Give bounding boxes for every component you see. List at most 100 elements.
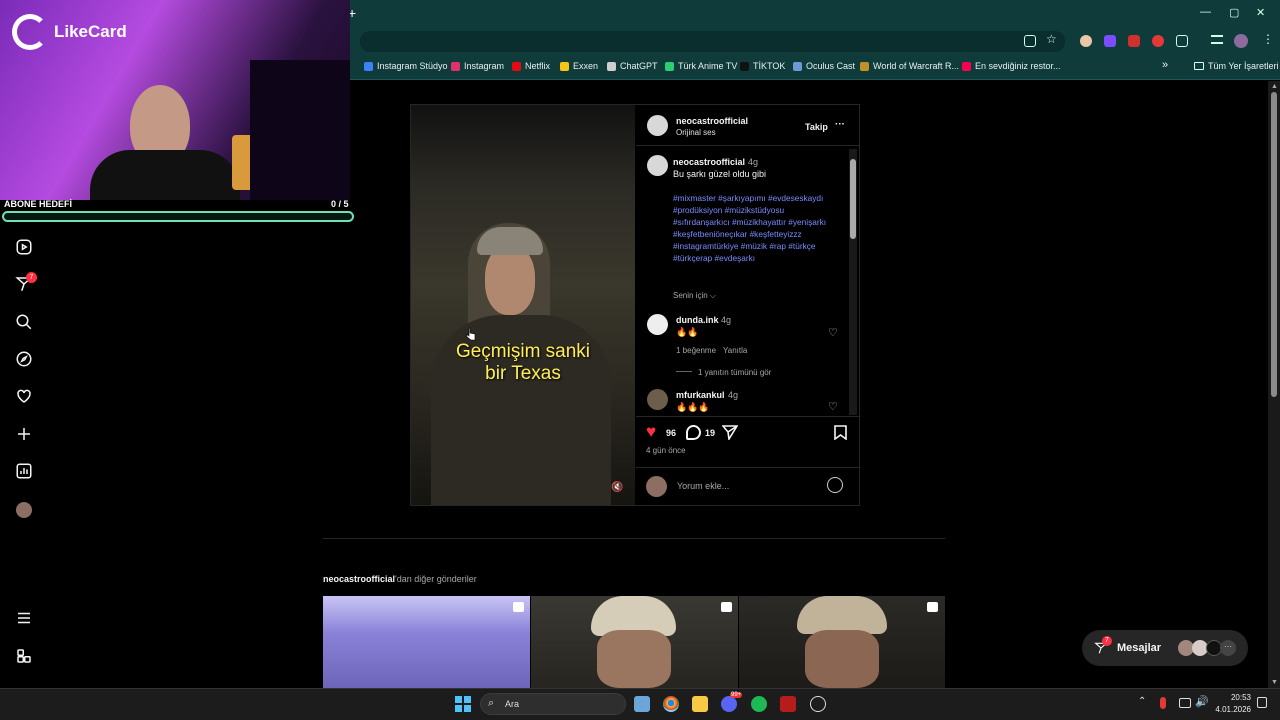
- caption-author-avatar[interactable]: [647, 155, 668, 176]
- scroll-up-arrow-icon[interactable]: ▲: [1271, 83, 1278, 90]
- comment-user[interactable]: mfurkankul: [676, 390, 725, 400]
- bookmark-item[interactable]: Oculus Cast: [793, 61, 855, 71]
- search-label: Ara: [505, 699, 520, 709]
- comment-bubble-icon[interactable]: [686, 425, 701, 440]
- bookmarks-overflow-button[interactable]: »: [1162, 59, 1168, 71]
- maximize-button[interactable]: ▢: [1229, 6, 1239, 19]
- post-thumbnail[interactable]: [323, 596, 530, 688]
- page-scrollbar-thumb[interactable]: [1271, 92, 1277, 397]
- microphone-icon[interactable]: [1160, 697, 1166, 709]
- view-replies-button[interactable]: 1 yanıtın tümünü gör: [698, 368, 771, 377]
- commenter-avatar[interactable]: [647, 389, 668, 410]
- puzzle-icon[interactable]: [1176, 35, 1188, 47]
- share-send-icon[interactable]: [722, 425, 738, 440]
- minimize-button[interactable]: —: [1200, 6, 1211, 18]
- more-posts-author[interactable]: neocastroofficial: [323, 574, 395, 584]
- clock-time[interactable]: 20:53: [1217, 693, 1251, 702]
- extension-icon[interactable]: [1128, 35, 1140, 47]
- reel-video[interactable]: 🔇: [411, 105, 635, 505]
- comment-likes[interactable]: 1 beğenme: [676, 346, 716, 355]
- taskbar-search[interactable]: ⌕ Ara: [480, 693, 626, 715]
- all-bookmarks-folder[interactable]: Tüm Yer İşaretleri: [1194, 61, 1279, 71]
- steelseries-icon[interactable]: [810, 696, 826, 712]
- explore-compass-icon[interactable]: [14, 349, 34, 369]
- author-name[interactable]: neocastroofficial: [676, 116, 748, 126]
- follow-button[interactable]: Takip: [805, 122, 828, 132]
- comment-like-heart-icon[interactable]: ♡: [828, 326, 838, 339]
- speaker-icon[interactable]: 🔊: [1195, 695, 1209, 708]
- background-dark: [250, 60, 350, 200]
- comment-like-heart-icon[interactable]: ♡: [828, 400, 838, 413]
- extension-icon[interactable]: [1080, 35, 1092, 47]
- caption-author[interactable]: neocastroofficial: [673, 157, 745, 167]
- media-control-icon[interactable]: [1211, 35, 1223, 44]
- comments-scrollbar-thumb[interactable]: [850, 159, 856, 239]
- close-button[interactable]: ✕: [1256, 6, 1265, 19]
- windows-start-icon[interactable]: [455, 696, 471, 712]
- post-thumbnail[interactable]: [739, 596, 945, 688]
- more-options-icon[interactable]: ···: [835, 119, 845, 130]
- comments-scrollbar[interactable]: [849, 149, 857, 415]
- post-thumbnail[interactable]: [531, 596, 738, 688]
- commenter-avatar[interactable]: [647, 314, 668, 335]
- discord-icon[interactable]: 99+: [721, 692, 743, 712]
- file-explorer-icon[interactable]: [692, 696, 708, 712]
- extension-icon[interactable]: [1104, 35, 1116, 47]
- comment-time: 4g: [728, 390, 739, 400]
- bookmark-favicon-icon: [607, 61, 616, 71]
- bookmark-favicon-icon: [962, 61, 971, 71]
- bookmark-item[interactable]: ChatGPT: [607, 61, 658, 71]
- tray-expand-icon[interactable]: ⌃: [1138, 696, 1146, 707]
- chrome-icon[interactable]: [663, 696, 679, 712]
- widgets-icon[interactable]: [634, 696, 650, 712]
- bookmark-item[interactable]: World of Warcraft R...: [860, 61, 959, 71]
- messages-button[interactable]: 7 Mesajlar ···: [1082, 630, 1248, 666]
- profile-avatar-icon[interactable]: [1234, 34, 1248, 48]
- create-plus-icon[interactable]: [14, 424, 34, 444]
- notifications-heart-icon[interactable]: [14, 386, 34, 406]
- bookmark-item[interactable]: Instagram: [451, 61, 504, 71]
- also-from-meta-icon[interactable]: [14, 646, 34, 666]
- caption-time: 4g: [748, 157, 759, 167]
- install-app-icon[interactable]: [1024, 35, 1036, 47]
- emoji-icon[interactable]: [827, 477, 843, 493]
- save-bookmark-icon[interactable]: [834, 425, 847, 440]
- like-heart-icon[interactable]: ♥: [646, 422, 656, 442]
- bookmark-item[interactable]: Exxen: [560, 61, 598, 71]
- reels-icon[interactable]: [14, 237, 34, 257]
- comment-user[interactable]: dunda.ink: [676, 315, 719, 325]
- profile-avatar[interactable]: [14, 500, 34, 520]
- more-menu-icon[interactable]: [14, 608, 34, 628]
- menu-dots-icon[interactable]: ⋮: [1262, 32, 1274, 46]
- author-avatar[interactable]: [647, 115, 668, 136]
- bookmark-star-icon[interactable]: ☆: [1046, 32, 1057, 46]
- scroll-down-arrow-icon[interactable]: ▼: [1271, 679, 1278, 686]
- for-you-dropdown[interactable]: Senin için ⌵: [673, 291, 716, 301]
- clock-date[interactable]: 4.01.2026: [1212, 705, 1251, 714]
- notification-center-icon[interactable]: [1257, 697, 1267, 708]
- comment-count[interactable]: 19: [705, 428, 715, 438]
- network-icon[interactable]: [1179, 698, 1191, 708]
- caption-hashtags[interactable]: #mixmaster #şarkıyapımı #evdeseskaydı #p…: [673, 192, 843, 264]
- search-icon[interactable]: [14, 312, 34, 332]
- more-contacts-icon: ···: [1220, 640, 1236, 656]
- messenger-icon[interactable]: 7: [14, 272, 37, 294]
- bookmark-item[interactable]: En sevdiğiniz restor...: [962, 61, 1061, 71]
- bookmark-item[interactable]: TİKTOK: [740, 61, 785, 71]
- dashboard-icon[interactable]: [14, 461, 34, 481]
- spotify-icon[interactable]: [751, 696, 767, 712]
- mouse-cursor-icon: [466, 327, 476, 341]
- bookmark-item[interactable]: Türk Anime TV: [665, 61, 737, 71]
- bookmark-label: World of Warcraft R...: [873, 61, 960, 71]
- like-count[interactable]: 96: [666, 428, 676, 438]
- bookmark-item[interactable]: Netflix: [512, 61, 550, 71]
- address-bar[interactable]: [360, 31, 1065, 52]
- extension-icon[interactable]: [1152, 35, 1164, 47]
- audio-label[interactable]: Orijinal ses: [676, 128, 716, 137]
- comment-input[interactable]: Yorum ekle...: [677, 481, 729, 491]
- bookmark-favicon-icon: [740, 61, 749, 71]
- bookmark-item[interactable]: Instagram Stüdyo: [364, 61, 448, 71]
- reply-button[interactable]: Yanıtla: [723, 346, 747, 355]
- voicemeeter-icon[interactable]: [780, 696, 796, 712]
- mute-icon[interactable]: 🔇: [611, 482, 623, 493]
